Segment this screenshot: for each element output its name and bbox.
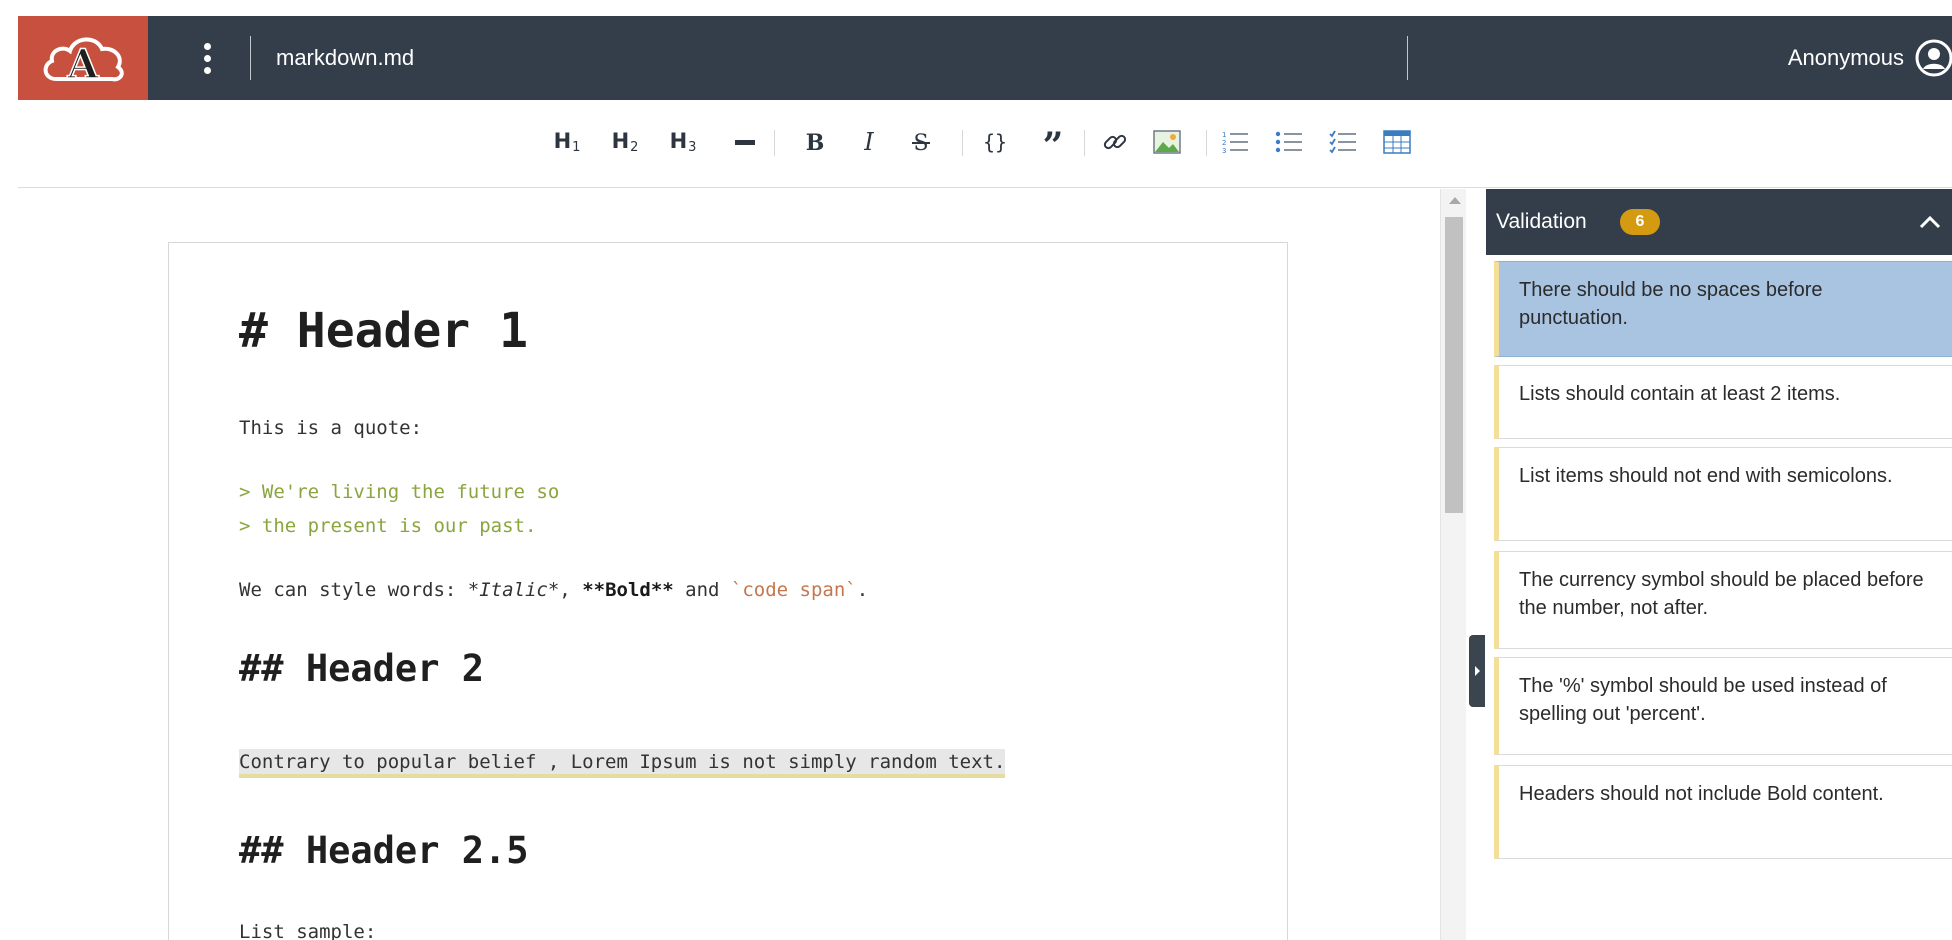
image-button[interactable]: [1152, 120, 1182, 164]
svg-text:”: ”: [1043, 128, 1064, 156]
user-avatar-icon[interactable]: [1914, 38, 1952, 78]
heading-2-icon: H2: [611, 129, 639, 155]
flagged-text-line[interactable]: Contrary to popular belief , Lorem Ipsum…: [239, 749, 1006, 778]
cloud-logo-icon: A: [43, 37, 124, 89]
svg-text:A: A: [66, 41, 99, 88]
styled-and: and: [673, 579, 731, 601]
validation-issue[interactable]: Headers should not include Bold content.: [1494, 765, 1952, 859]
code-icon: {}: [983, 130, 1007, 154]
validation-panel: Validation 6 There should be no spaces b…: [1486, 189, 1952, 940]
horizontal-rule-icon: [735, 140, 755, 145]
heading-1-button[interactable]: H1: [552, 120, 582, 164]
table-button[interactable]: [1382, 120, 1412, 164]
italic-icon: I: [863, 128, 874, 156]
list-intro-line[interactable]: List sample:: [239, 921, 376, 940]
bold-sample: **Bold**: [582, 579, 674, 601]
user-name[interactable]: Anonymous: [1788, 16, 1904, 100]
validation-issue[interactable]: The '%' symbol should be used instead of…: [1494, 657, 1952, 755]
app-header: A markdown.md Anonymous: [18, 16, 1952, 100]
styled-words-line[interactable]: We can style words: *Italic*, **Bold** a…: [239, 579, 868, 601]
toolbar-divider: [1084, 130, 1085, 156]
link-button[interactable]: [1100, 120, 1130, 164]
heading-2-button[interactable]: H2: [610, 120, 640, 164]
markdown-editor[interactable]: # Header 1 This is a quote: > We're livi…: [168, 242, 1288, 940]
strikethrough-icon: S: [912, 131, 930, 156]
italic-sample: *Italic*: [467, 579, 560, 601]
validation-count-badge: 6: [1620, 209, 1660, 235]
checklist-button[interactable]: [1328, 120, 1358, 164]
editor-scrollbar[interactable]: [1440, 189, 1466, 940]
code-button[interactable]: {}: [978, 120, 1012, 164]
bold-icon: B: [806, 130, 825, 156]
svg-text:3: 3: [1222, 147, 1226, 155]
styled-words-prefix: We can style words:: [239, 579, 468, 601]
heading-2-5-line[interactable]: ## Header 2.5: [239, 829, 529, 872]
blockquote-line-1[interactable]: > We're living the future so: [239, 481, 559, 503]
quote-button[interactable]: ”: [1038, 120, 1068, 164]
svg-text:B: B: [806, 130, 825, 156]
image-icon: [1153, 130, 1181, 154]
strikethrough-button[interactable]: S: [906, 120, 936, 164]
validation-title: Validation: [1496, 210, 1587, 233]
heading-3-button[interactable]: H3: [668, 120, 698, 164]
heading-2-line[interactable]: ## Header 2: [239, 647, 484, 690]
bold-button[interactable]: B: [800, 120, 830, 164]
quote-intro-line[interactable]: This is a quote:: [239, 417, 422, 439]
ordered-list-icon: 1 2 3: [1222, 131, 1248, 155]
heading-1-line[interactable]: # Header 1: [239, 303, 528, 359]
table-icon: [1383, 130, 1411, 154]
horizontal-rule-button[interactable]: [730, 120, 760, 164]
styled-end: .: [856, 579, 869, 601]
unordered-list-button[interactable]: [1274, 120, 1304, 164]
svg-text:1: 1: [1222, 131, 1226, 139]
header-divider-right: [1407, 36, 1408, 80]
link-icon: [1103, 134, 1127, 150]
quote-icon: ”: [1043, 128, 1064, 156]
heading-3-icon: H3: [669, 129, 697, 155]
panel-toggle-button[interactable]: [1469, 635, 1485, 707]
formatting-toolbar: H1 H2 H3 B I S {} ” 1 2 3: [18, 100, 1952, 188]
svg-text:{}: {}: [983, 130, 1007, 154]
validation-highlight[interactable]: Contrary to popular belief , Lorem Ipsum…: [239, 749, 1006, 778]
validation-issue[interactable]: List items should not end with semicolon…: [1494, 447, 1952, 541]
validation-header[interactable]: Validation 6: [1486, 189, 1952, 255]
italic-button[interactable]: I: [854, 120, 884, 164]
validation-issue[interactable]: There should be no spaces before punctua…: [1494, 261, 1952, 357]
code-span-sample: `code span`: [730, 579, 857, 601]
main-menu-button[interactable]: [196, 38, 218, 78]
svg-text:2: 2: [1222, 139, 1226, 147]
blockquote-line-2[interactable]: > the present is our past.: [239, 515, 536, 537]
header-divider: [250, 36, 251, 80]
file-name: markdown.md: [276, 45, 415, 70]
toolbar-divider: [962, 130, 963, 156]
svg-text:I: I: [863, 128, 874, 156]
checklist-icon: [1329, 130, 1356, 154]
ordered-list-button[interactable]: 1 2 3: [1220, 120, 1250, 164]
app-logo[interactable]: A: [18, 16, 148, 100]
validation-issue[interactable]: Lists should contain at least 2 items.: [1494, 365, 1952, 439]
styled-comma: ,: [559, 579, 583, 601]
toolbar-divider: [774, 130, 775, 156]
scrollbar-thumb[interactable]: [1445, 217, 1463, 513]
validation-issue[interactable]: The currency symbol should be placed bef…: [1494, 551, 1952, 649]
toolbar-divider: [1206, 130, 1207, 156]
scroll-up-arrow-icon[interactable]: [1449, 197, 1461, 204]
chevron-up-icon[interactable]: [1918, 211, 1942, 233]
heading-1-icon: H1: [553, 129, 581, 155]
app-window: A markdown.md Anonymous H1 H2 H3 B I S {…: [0, 0, 1952, 940]
unordered-list-icon: [1275, 131, 1302, 153]
